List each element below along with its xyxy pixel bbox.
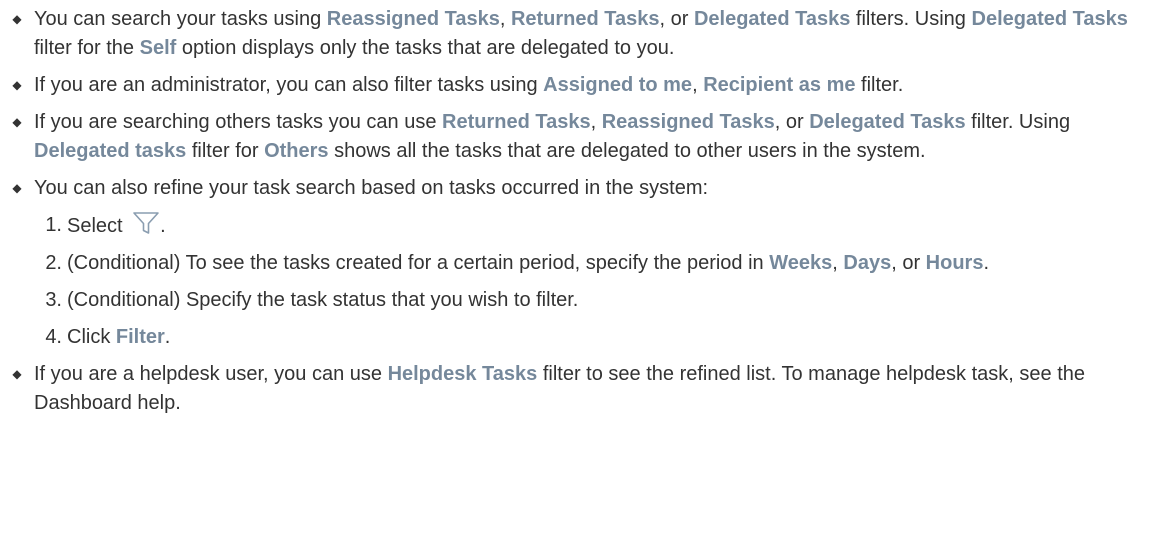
step-item: 1. Select .	[34, 211, 1166, 241]
filter-funnel-icon[interactable]	[132, 211, 160, 235]
list-item: ◆ If you are searching others tasks you …	[10, 108, 1166, 166]
list-item: ◆ If you are an administrator, you can a…	[10, 71, 1166, 100]
term-others: Others	[264, 140, 329, 162]
step-item: 2. (Conditional) To see the tasks create…	[34, 249, 1166, 278]
term-hours: Hours	[925, 252, 984, 274]
bullet-diamond-icon: ◆	[12, 181, 22, 195]
bullet-diamond-icon: ◆	[12, 115, 22, 129]
bullet-diamond-icon: ◆	[12, 367, 22, 381]
bullet-diamond-icon: ◆	[12, 12, 22, 26]
step-item: 3. (Conditional) Specify the task status…	[34, 286, 1166, 315]
help-document: ◆ You can search your tasks using Reassi…	[0, 0, 1170, 418]
bullet-diamond-icon: ◆	[12, 78, 22, 92]
term-reassigned-tasks: Reassigned Tasks	[326, 8, 500, 30]
term-helpdesk-tasks: Helpdesk Tasks	[387, 363, 538, 385]
term-weeks: Weeks	[769, 252, 833, 274]
term-delegated-tasks: Delegated Tasks	[971, 8, 1128, 30]
step-number: 4.	[45, 326, 62, 348]
refine-steps-list: 1. Select . 2. (Conditional) To see the …	[34, 211, 1166, 352]
term-reassigned-tasks: Reassigned Tasks	[601, 111, 775, 133]
step-item: 4. Click Filter.	[34, 323, 1166, 352]
step-number: 2.	[45, 252, 62, 274]
list-item: ◆ You can search your tasks using Reassi…	[10, 5, 1166, 63]
term-assigned-to-me: Assigned to me	[543, 74, 693, 96]
term-filter: Filter	[115, 326, 165, 348]
term-delegated-tasks: Delegated Tasks	[809, 111, 966, 133]
term-recipient-as-me: Recipient as me	[703, 74, 856, 96]
term-delegated-tasks: Delegated tasks	[34, 140, 187, 162]
term-days: Days	[843, 252, 892, 274]
tips-list: ◆ You can search your tasks using Reassi…	[10, 5, 1166, 418]
term-delegated-tasks: Delegated Tasks	[693, 8, 851, 30]
list-item: ◆ You can also refine your task search b…	[10, 174, 1166, 352]
step-number: 1.	[45, 214, 62, 236]
term-self: Self	[139, 37, 177, 59]
term-returned-tasks: Returned Tasks	[442, 111, 591, 133]
list-item: ◆ If you are a helpdesk user, you can us…	[10, 360, 1166, 418]
step-number: 3.	[45, 289, 62, 311]
term-returned-tasks: Returned Tasks	[510, 8, 660, 30]
